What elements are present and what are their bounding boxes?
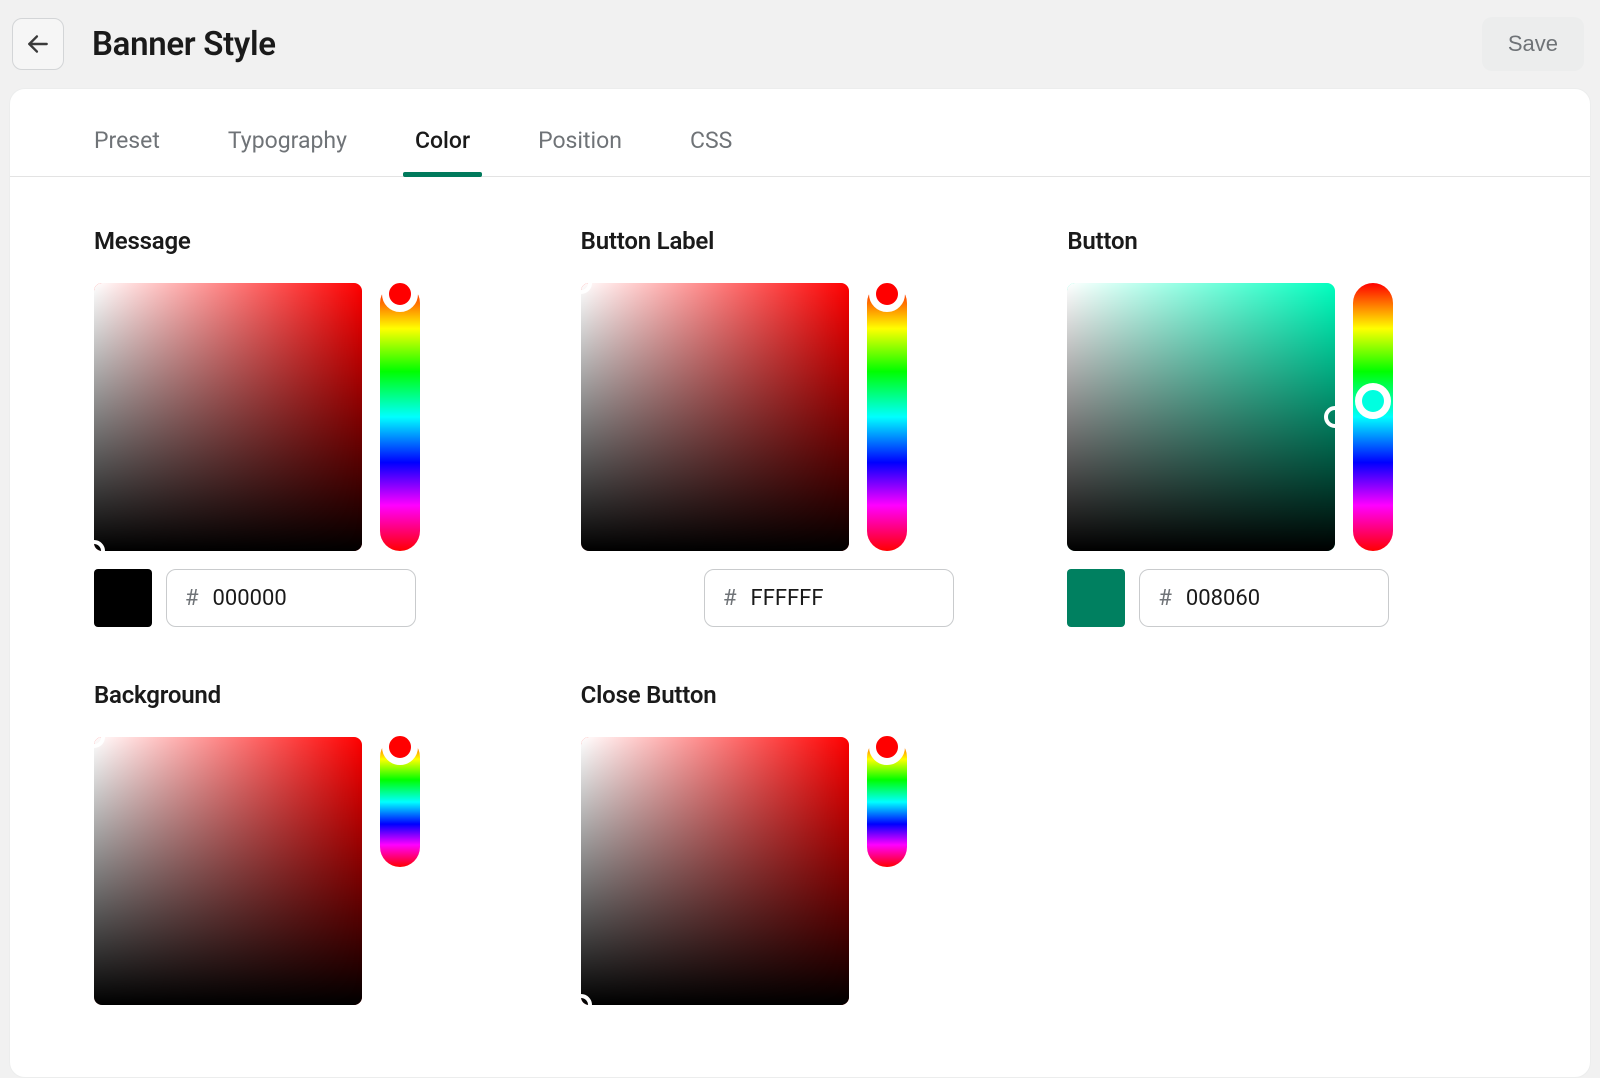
hex-wrap-button[interactable]: #	[1139, 569, 1389, 627]
hex-input-button-label[interactable]	[751, 586, 891, 611]
hex-input-button[interactable]	[1186, 586, 1326, 611]
hue-thumb-button[interactable]	[1355, 383, 1391, 419]
picker-label-close-button: Close Button	[581, 681, 1020, 709]
hue-bar-button[interactable]	[1353, 283, 1393, 551]
topbar-left: Banner Style	[12, 18, 276, 70]
picker-label-message: Message	[94, 227, 533, 255]
page-title: Banner Style	[92, 25, 276, 64]
picker-close-button: Close Button	[581, 681, 1020, 1023]
back-button[interactable]	[12, 18, 64, 70]
swatch-message	[94, 569, 152, 627]
picker-label-button: Button	[1067, 227, 1506, 255]
hue-bar-close-button[interactable]	[867, 737, 907, 867]
hue-thumb-message[interactable]	[382, 276, 418, 312]
sv-panel-button[interactable]	[1067, 283, 1335, 551]
arrow-left-icon	[25, 31, 51, 57]
hue-bar-background[interactable]	[380, 737, 420, 867]
hash-icon: #	[1158, 586, 1172, 611]
color-row-1: Message #	[94, 227, 1506, 627]
hash-icon: #	[723, 586, 737, 611]
tabs: Preset Typography Color Position CSS	[10, 89, 1590, 177]
picker-button-label: Button Label #	[581, 227, 1020, 627]
color-row-2: Background Close Button	[94, 681, 1506, 1023]
tab-typography[interactable]: Typography	[228, 127, 347, 176]
picker-background: Background	[94, 681, 533, 1023]
hex-input-message[interactable]	[213, 586, 353, 611]
picker-body-button-label	[581, 283, 1020, 551]
sv-panel-background[interactable]	[94, 737, 362, 1005]
picker-body-close-button	[581, 737, 1020, 1005]
hex-wrap-message[interactable]: #	[166, 569, 416, 627]
value-row-button-label: #	[581, 569, 1020, 627]
value-row-button: #	[1067, 569, 1506, 627]
settings-card: Preset Typography Color Position CSS Mes…	[9, 88, 1591, 1078]
picker-label-background: Background	[94, 681, 533, 709]
hue-thumb-background[interactable]	[382, 729, 418, 765]
hex-wrap-button-label[interactable]: #	[704, 569, 954, 627]
hue-bar-button-label[interactable]	[867, 283, 907, 551]
value-row-message: #	[94, 569, 533, 627]
sv-panel-close-button[interactable]	[581, 737, 849, 1005]
sv-panel-message[interactable]	[94, 283, 362, 551]
sv-panel-button-label[interactable]	[581, 283, 849, 551]
hue-bar-message[interactable]	[380, 283, 420, 551]
picker-body-message	[94, 283, 533, 551]
save-button[interactable]: Save	[1482, 17, 1584, 71]
tab-preset[interactable]: Preset	[94, 127, 160, 176]
picker-body-button	[1067, 283, 1506, 551]
color-settings: Message #	[10, 177, 1590, 1023]
hue-thumb-button-label[interactable]	[869, 276, 905, 312]
picker-body-background	[94, 737, 533, 1005]
tab-position[interactable]: Position	[538, 127, 622, 176]
picker-label-button-label: Button Label	[581, 227, 1020, 255]
hash-icon: #	[185, 586, 199, 611]
tab-css[interactable]: CSS	[690, 127, 732, 176]
tab-color[interactable]: Color	[415, 127, 470, 176]
swatch-button	[1067, 569, 1125, 627]
picker-button: Button #	[1067, 227, 1506, 627]
hue-thumb-close-button[interactable]	[869, 729, 905, 765]
picker-message: Message #	[94, 227, 533, 627]
topbar: Banner Style Save	[0, 0, 1600, 88]
